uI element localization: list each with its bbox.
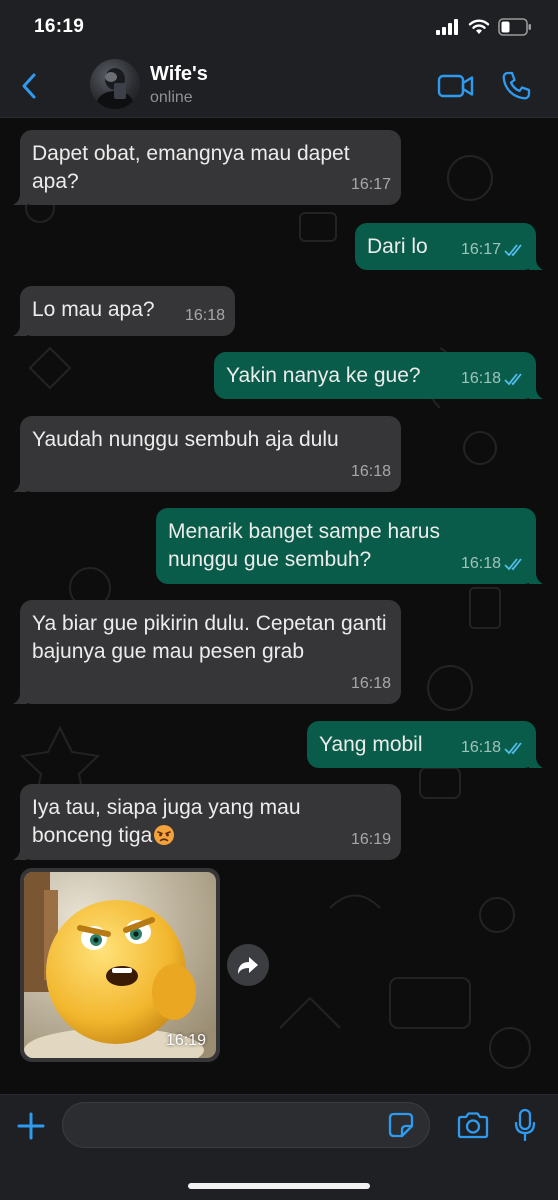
chat-header: Wife's online <box>0 54 558 118</box>
home-indicator[interactable] <box>188 1183 370 1189</box>
bubble-tail <box>529 385 543 399</box>
cellular-signal-icon <box>436 19 458 35</box>
message-text: Ya biar gue pikirin dulu. Cepetan ganti … <box>32 612 387 663</box>
camera-button[interactable] <box>455 1108 491 1142</box>
double-check-icon <box>504 373 522 386</box>
angry-face-emoji-icon <box>154 825 175 845</box>
video-camera-icon <box>437 74 474 98</box>
message-time: 16:18 <box>350 675 391 692</box>
message-time: 16:18 <box>460 739 501 756</box>
message-bubble-outgoing[interactable]: Dari lo 16:17 <box>355 223 543 270</box>
message-time: 16:18 <box>460 555 501 572</box>
message-time: 16:18 <box>350 463 391 480</box>
microphone-icon <box>514 1108 536 1142</box>
contact-name[interactable]: Wife's <box>150 63 208 86</box>
bubble-tail <box>13 846 27 860</box>
sticker-time: 16:19 <box>165 1032 206 1049</box>
avatar[interactable] <box>90 59 140 109</box>
double-check-icon <box>504 558 522 571</box>
back-button[interactable] <box>12 66 46 106</box>
status-icons <box>436 17 532 37</box>
bubble-tail <box>529 570 543 584</box>
message-bubble-outgoing[interactable]: Yang mobil 16:18 <box>307 721 543 768</box>
message-text: Dapet obat, emangnya mau dapet apa? <box>32 142 350 193</box>
status-bar: 16:19 <box>0 0 558 54</box>
sticker-image: 16:19 <box>24 872 216 1058</box>
status-time: 16:19 <box>34 16 85 37</box>
chevron-left-icon <box>22 73 36 99</box>
bubble-tail <box>13 322 27 336</box>
forward-arrow-icon <box>238 957 258 974</box>
bubble-tail <box>13 478 27 492</box>
phone-icon <box>502 71 531 100</box>
sticker-message[interactable]: 16:19 <box>20 868 220 1062</box>
message-bubble-incoming[interactable]: Iya tau, siapa juga yang mau bonceng tig… <box>13 784 401 860</box>
message-time: 16:17 <box>460 241 501 258</box>
message-time: 16:18 <box>184 307 225 324</box>
contact-status: online <box>150 89 193 106</box>
message-time: 16:18 <box>460 370 501 387</box>
bubble-tail <box>13 690 27 704</box>
bubble-tail <box>529 754 543 768</box>
bubble-tail <box>529 256 543 270</box>
message-bubble-outgoing[interactable]: Menarik banget sampe harus nunggu gue se… <box>156 508 543 584</box>
voice-call-button[interactable] <box>498 68 534 104</box>
chat-area[interactable]: Dapet obat, emangnya mau dapet apa? 16:1… <box>0 118 558 1094</box>
message-text: Yaudah nunggu sembuh aja dulu <box>32 428 339 451</box>
message-time: 16:17 <box>350 176 391 193</box>
sticker-button[interactable] <box>386 1110 416 1140</box>
plus-icon <box>17 1112 45 1140</box>
double-check-icon <box>504 742 522 755</box>
composer-bar <box>0 1094 558 1200</box>
bubble-tail <box>13 191 27 205</box>
message-bubble-incoming[interactable]: Dapet obat, emangnya mau dapet apa? 16:1… <box>13 130 401 205</box>
message-bubble-incoming[interactable]: Lo mau apa? 16:18 <box>13 286 235 336</box>
message-bubble-incoming[interactable]: Ya biar gue pikirin dulu. Cepetan ganti … <box>13 600 401 704</box>
sticker-icon <box>388 1112 414 1138</box>
message-bubble-incoming[interactable]: Yaudah nunggu sembuh aja dulu 16:18 <box>13 416 401 492</box>
wifi-icon <box>468 19 490 34</box>
message-bubble-outgoing[interactable]: Yakin nanya ke gue? 16:18 <box>214 352 543 399</box>
microphone-button[interactable] <box>510 1105 540 1145</box>
message-time: 16:19 <box>350 831 391 848</box>
message-input[interactable] <box>62 1102 430 1148</box>
battery-icon <box>498 18 531 36</box>
double-check-icon <box>504 244 522 257</box>
attach-button[interactable] <box>14 1109 48 1143</box>
camera-icon <box>457 1112 489 1139</box>
forward-button[interactable] <box>227 944 269 986</box>
video-call-button[interactable] <box>436 68 476 104</box>
